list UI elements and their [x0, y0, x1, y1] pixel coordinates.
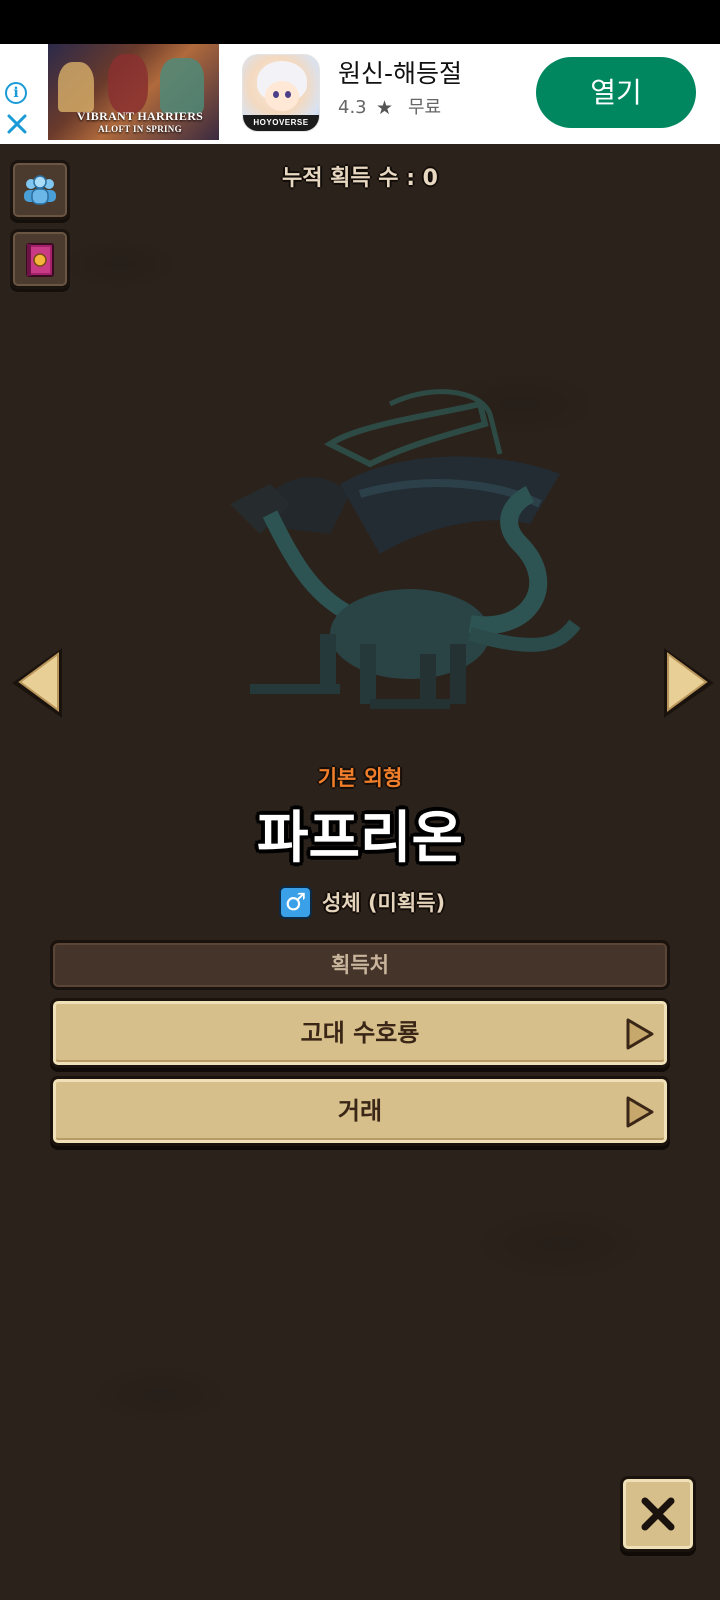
ad-app-title[interactable]: 원신-해등절: [338, 58, 462, 90]
status-bar: [0, 0, 720, 44]
app-brand-label: HOYOVERSE: [243, 115, 319, 131]
collection-screen: 누적 획득 수 : 0 기본 외형 파프리온 ♂ 성체 (미획득) 획득처 고대…: [0, 144, 720, 1600]
dragon-sprite: [230, 389, 580, 709]
total-acquired-count: 누적 획득 수 : 0: [282, 166, 438, 191]
source-button-label: 고대 수호룡: [300, 1019, 420, 1047]
ad-image-caption: VIBRANT HARRIERS ALOFT IN SPRING: [76, 109, 204, 135]
close-x-icon[interactable]: [5, 112, 29, 136]
acquisition-source-header: 획득처: [50, 940, 670, 990]
ad-rating: 4.3: [338, 97, 367, 118]
info-icon[interactable]: i: [5, 82, 27, 104]
next-arrow-icon[interactable]: [658, 644, 718, 722]
male-icon: ♂: [279, 886, 312, 919]
ad-price: 무료: [408, 97, 442, 118]
app-icon[interactable]: HOYOVERSE: [242, 54, 320, 132]
play-arrow-icon: [626, 1018, 654, 1050]
ad-banner[interactable]: i VIBRANT HARRIERS ALOFT IN SPRING HOYOV…: [0, 44, 720, 144]
source-button-label: 거래: [337, 1097, 383, 1125]
ad-image[interactable]: VIBRANT HARRIERS ALOFT IN SPRING: [48, 44, 219, 140]
source-button-ancient-guardian[interactable]: 고대 수호룡: [50, 998, 670, 1068]
previous-arrow-icon[interactable]: [8, 644, 68, 722]
growth-status: 성체 (미획득): [322, 891, 446, 915]
close-icon: [641, 1497, 675, 1531]
star-icon: ★: [376, 97, 394, 119]
book-icon: [26, 243, 54, 277]
play-arrow-icon: [626, 1096, 654, 1128]
book-button[interactable]: [10, 229, 70, 289]
close-button[interactable]: [620, 1476, 696, 1552]
source-button-trade[interactable]: 거래: [50, 1076, 670, 1146]
open-app-button[interactable]: 열기: [536, 57, 696, 128]
creature-name: 파프리온: [256, 806, 464, 871]
form-type-label: 기본 외형: [317, 766, 403, 790]
